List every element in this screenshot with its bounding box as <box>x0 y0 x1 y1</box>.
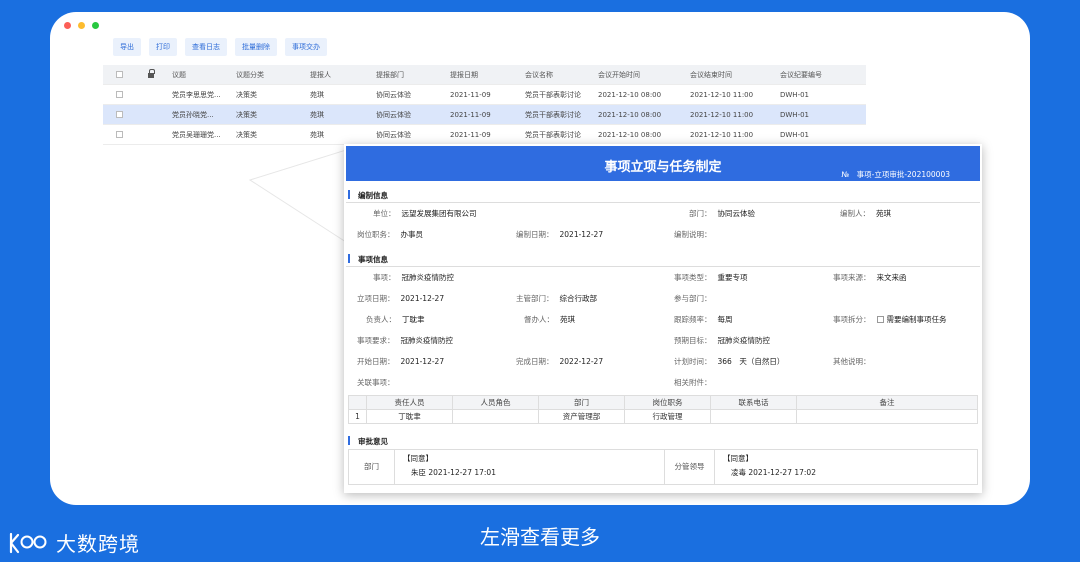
table-row[interactable]: 1 丁耽聿 资产管理部 行政管理 <box>348 409 978 424</box>
personnel-table: 责任人员 人员角色 部门 岗位职务 联系电话 备注 1 丁耽聿 资产管理部 行政… <box>348 395 978 424</box>
divider <box>346 266 980 267</box>
document-preview: 事项立项与任务制定 № 事项-立项审批-202100003 编制信息 单位： 远望… <box>344 144 982 493</box>
plan-time-field: 计划时间： 366 天（自然日） <box>674 357 785 366</box>
unit-field: 单位： 远望发展集团有限公司 <box>373 209 477 218</box>
brand-name: 大数跨境 <box>56 532 140 556</box>
approval-leader-opinion: 【同意】 凌毒 2021-12-27 17:02 <box>723 454 816 477</box>
approval-dept-opinion: 【同意】 朱臣 2021-12-27 17:01 <box>395 450 665 484</box>
brand-logo: 大数跨境 <box>8 528 140 557</box>
section-marker <box>348 190 350 199</box>
item-type-field: 事项类型： 重要专项 <box>674 273 748 282</box>
item-field: 事项： 冠肺炎疫情防控 <box>373 273 454 282</box>
compile-date-field: 编制日期： 2021-12-27 <box>516 230 604 239</box>
approval-dept-label: 部门 <box>349 450 395 484</box>
document-header: 事项立项与任务制定 № 事项-立项审批-202100003 <box>346 146 980 181</box>
supervisor-field: 督办人： 苑琪 <box>524 315 575 324</box>
end-date-field: 完成日期： 2022-12-27 <box>516 357 604 366</box>
divider <box>346 202 980 203</box>
goal-field: 预期目标： 冠肺炎疫情防控 <box>674 336 770 345</box>
brand-mark-icon <box>9 532 47 553</box>
split-checkbox[interactable] <box>876 316 884 323</box>
frequency-field: 跟踪频率： 每周 <box>674 315 733 324</box>
post-field: 岗位职务： 办事员 <box>357 230 423 239</box>
attachment-field: 相关附件： <box>674 378 712 387</box>
related-item-field: 关联事项： <box>357 378 395 387</box>
compile-note-field: 编制说明： <box>674 230 712 239</box>
dept-field: 部门： 协同云体验 <box>689 209 755 218</box>
document-number: № 事项-立项审批-202100003 <box>841 170 950 179</box>
item-source-field: 事项来源： 来文来函 <box>833 273 907 282</box>
approval-leader-label: 分管领导 <box>665 450 715 484</box>
owner-field: 负责人： 丁耽聿 <box>366 315 425 324</box>
start-date-field: 开始日期： 2021-12-27 <box>357 357 445 366</box>
main-dept-field: 主管部门： 综合行政部 <box>516 294 597 303</box>
section-marker <box>348 436 350 445</box>
table-header-row: 责任人员 人员角色 部门 岗位职务 联系电话 备注 <box>348 395 978 410</box>
split-field: 事项拆分： 需要编制事项任务 <box>833 315 947 324</box>
setup-date-field: 立项日期： 2021-12-27 <box>357 294 445 303</box>
swipe-caption: 左滑查看更多 <box>480 525 600 549</box>
other-note-field: 其他说明： <box>833 357 871 366</box>
requirement-field: 事项要求： 冠肺炎疫情防控 <box>357 336 453 345</box>
join-dept-field: 参与部门： <box>674 294 712 303</box>
section-marker <box>348 254 350 263</box>
approval-box: 部门 【同意】 朱臣 2021-12-27 17:01 分管领导 【同意】 凌毒… <box>348 449 978 485</box>
author-field: 编制人： 苑琪 <box>840 209 891 218</box>
